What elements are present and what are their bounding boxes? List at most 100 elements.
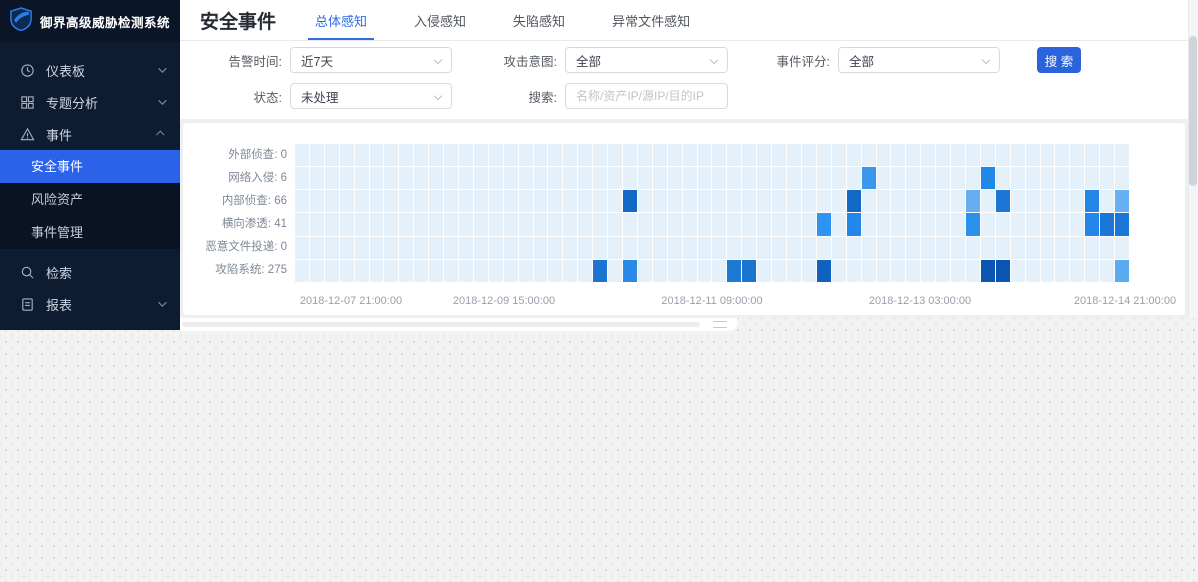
heatmap-cell: [488, 190, 503, 213]
heatmap-cell[interactable]: [623, 190, 637, 213]
heatmap-cell[interactable]: [593, 259, 608, 282]
tab-overall-perception[interactable]: 总体感知: [308, 0, 375, 40]
heatmap-cell: [772, 236, 787, 259]
heatmap-cell[interactable]: [816, 259, 831, 282]
heatmap-cell: [742, 167, 757, 190]
heatmap-row-label: 恶意文件投递: 0: [205, 241, 287, 253]
sidebar-item-search[interactable]: 检索: [0, 256, 180, 288]
heatmap-cell[interactable]: [727, 259, 742, 282]
heatmap-cell: [503, 259, 518, 282]
heatmap-cell[interactable]: [980, 167, 995, 190]
x-axis-tick: 2018-12-07 21:00:00: [299, 295, 403, 307]
heatmap-cell[interactable]: [965, 190, 980, 213]
heatmap-cell[interactable]: [816, 213, 831, 236]
sidebar-item-risk-assets[interactable]: 风险资产: [0, 183, 180, 216]
report-icon: [20, 297, 35, 312]
heatmap-cell: [354, 213, 369, 236]
heatmap-cell[interactable]: [1115, 213, 1129, 236]
heatmap-cell[interactable]: [1100, 213, 1115, 236]
heatmap-cell: [623, 213, 637, 236]
tab-intrusion-perception[interactable]: 入侵感知: [407, 0, 473, 40]
heatmap-cell: [444, 259, 459, 282]
heatmap-row-label: 攻陷系统: 275: [215, 264, 287, 276]
top-bar: 安全事件 总体感知 入侵感知 失陷感知 异常文件感知: [180, 0, 1188, 41]
heatmap-cell: [727, 167, 742, 190]
heatmap-cell: [637, 167, 652, 190]
sidebar-item-analysis[interactable]: 专题分析: [0, 86, 180, 118]
heatmap-cell: [295, 259, 309, 282]
heatmap-cell: [459, 236, 473, 259]
sidebar-item-label: 事件: [46, 127, 73, 143]
heatmap-cell: [891, 236, 906, 259]
heatmap-cell: [831, 236, 846, 259]
heatmap-cell: [578, 259, 593, 282]
heatmap-cell: [637, 190, 652, 213]
heatmap-cell[interactable]: [742, 259, 757, 282]
heatmap-cell: [369, 144, 384, 167]
heatmap-cell: [295, 144, 309, 167]
heatmap-cell[interactable]: [1085, 213, 1100, 236]
heatmap-cell: [399, 236, 414, 259]
attack-intent-select[interactable]: 全部: [565, 47, 728, 73]
heatmap-cell: [1010, 213, 1025, 236]
heatmap-cell[interactable]: [623, 259, 637, 282]
heatmap-cell: [936, 213, 951, 236]
vertical-scrollbar[interactable]: [1188, 0, 1198, 318]
heatmap-cell[interactable]: [846, 213, 861, 236]
heatmap-row-label: 横向渗透: 41: [221, 218, 287, 230]
event-score-select[interactable]: 全部: [838, 47, 1000, 73]
heatmap-cell: [548, 213, 563, 236]
heatmap-cell: [354, 144, 369, 167]
status-select[interactable]: 未处理: [290, 83, 452, 109]
sidebar-item-dashboard[interactable]: 仪表板: [0, 54, 180, 86]
drag-handle-icon[interactable]: [713, 321, 727, 328]
heatmap-cell: [533, 236, 548, 259]
tab-abnormal-file-perception[interactable]: 异常文件感知: [605, 0, 697, 40]
heatmap-cell[interactable]: [995, 190, 1010, 213]
heatmap-cell[interactable]: [965, 213, 980, 236]
heatmap-cell[interactable]: [1085, 190, 1100, 213]
heatmap-cell[interactable]: [1115, 259, 1129, 282]
heatmap-cell: [965, 236, 980, 259]
heatmap-cell: [801, 167, 816, 190]
horizontal-scrollbar-track[interactable]: [182, 322, 700, 327]
chevron-down-icon: [709, 55, 719, 65]
heatmap-cell: [831, 190, 846, 213]
heatmap-cell: [518, 213, 533, 236]
sidebar-item-events[interactable]: 事件: [0, 118, 180, 150]
heatmap-cell: [548, 190, 563, 213]
sidebar-item-security-events[interactable]: 安全事件: [0, 150, 180, 183]
heatmap-cell[interactable]: [980, 259, 995, 282]
heatmap-cell: [816, 144, 831, 167]
sidebar-item-event-management[interactable]: 事件管理: [0, 216, 180, 249]
heatmap-cell: [309, 167, 324, 190]
heatmap-cell[interactable]: [995, 259, 1010, 282]
heatmap-cell: [846, 259, 861, 282]
heatmap-cell: [414, 167, 429, 190]
heatmap-cell[interactable]: [861, 167, 876, 190]
vertical-scrollbar-thumb[interactable]: [1189, 36, 1197, 186]
app-root: { "app": { "accent_color": "#2f6ce5", "b…: [0, 0, 1198, 582]
tab-compromise-perception[interactable]: 失陷感知: [506, 0, 572, 40]
heatmap-cell: [623, 236, 637, 259]
heatmap-cell[interactable]: [846, 190, 861, 213]
heatmap-cell: [1055, 167, 1070, 190]
alert-time-select[interactable]: 近7天: [290, 47, 452, 73]
page-title: 安全事件: [200, 11, 277, 33]
sidebar: 御界高级威胁检测系统 仪表板 专题分析 事件 安全事件 风险资产 事件管理 检索…: [0, 0, 180, 330]
heatmap-cell: [772, 167, 787, 190]
horizontal-scrollbar[interactable]: [180, 318, 737, 331]
status-value: 未处理: [301, 90, 339, 105]
heatmap-cell: [324, 236, 339, 259]
sidebar-item-label: 检索: [46, 265, 73, 281]
sidebar-item-reports[interactable]: 报表: [0, 288, 180, 320]
heatmap-cell: [369, 236, 384, 259]
search-button[interactable]: 搜 索: [1037, 47, 1081, 73]
heatmap-cell: [1040, 236, 1055, 259]
heatmap-cell: [1115, 167, 1129, 190]
heatmap-cell: [846, 167, 861, 190]
heatmap-cell[interactable]: [1115, 190, 1129, 213]
heatmap-cell: [548, 259, 563, 282]
heatmap-cell: [593, 167, 608, 190]
keyword-search-input[interactable]: [565, 83, 728, 109]
